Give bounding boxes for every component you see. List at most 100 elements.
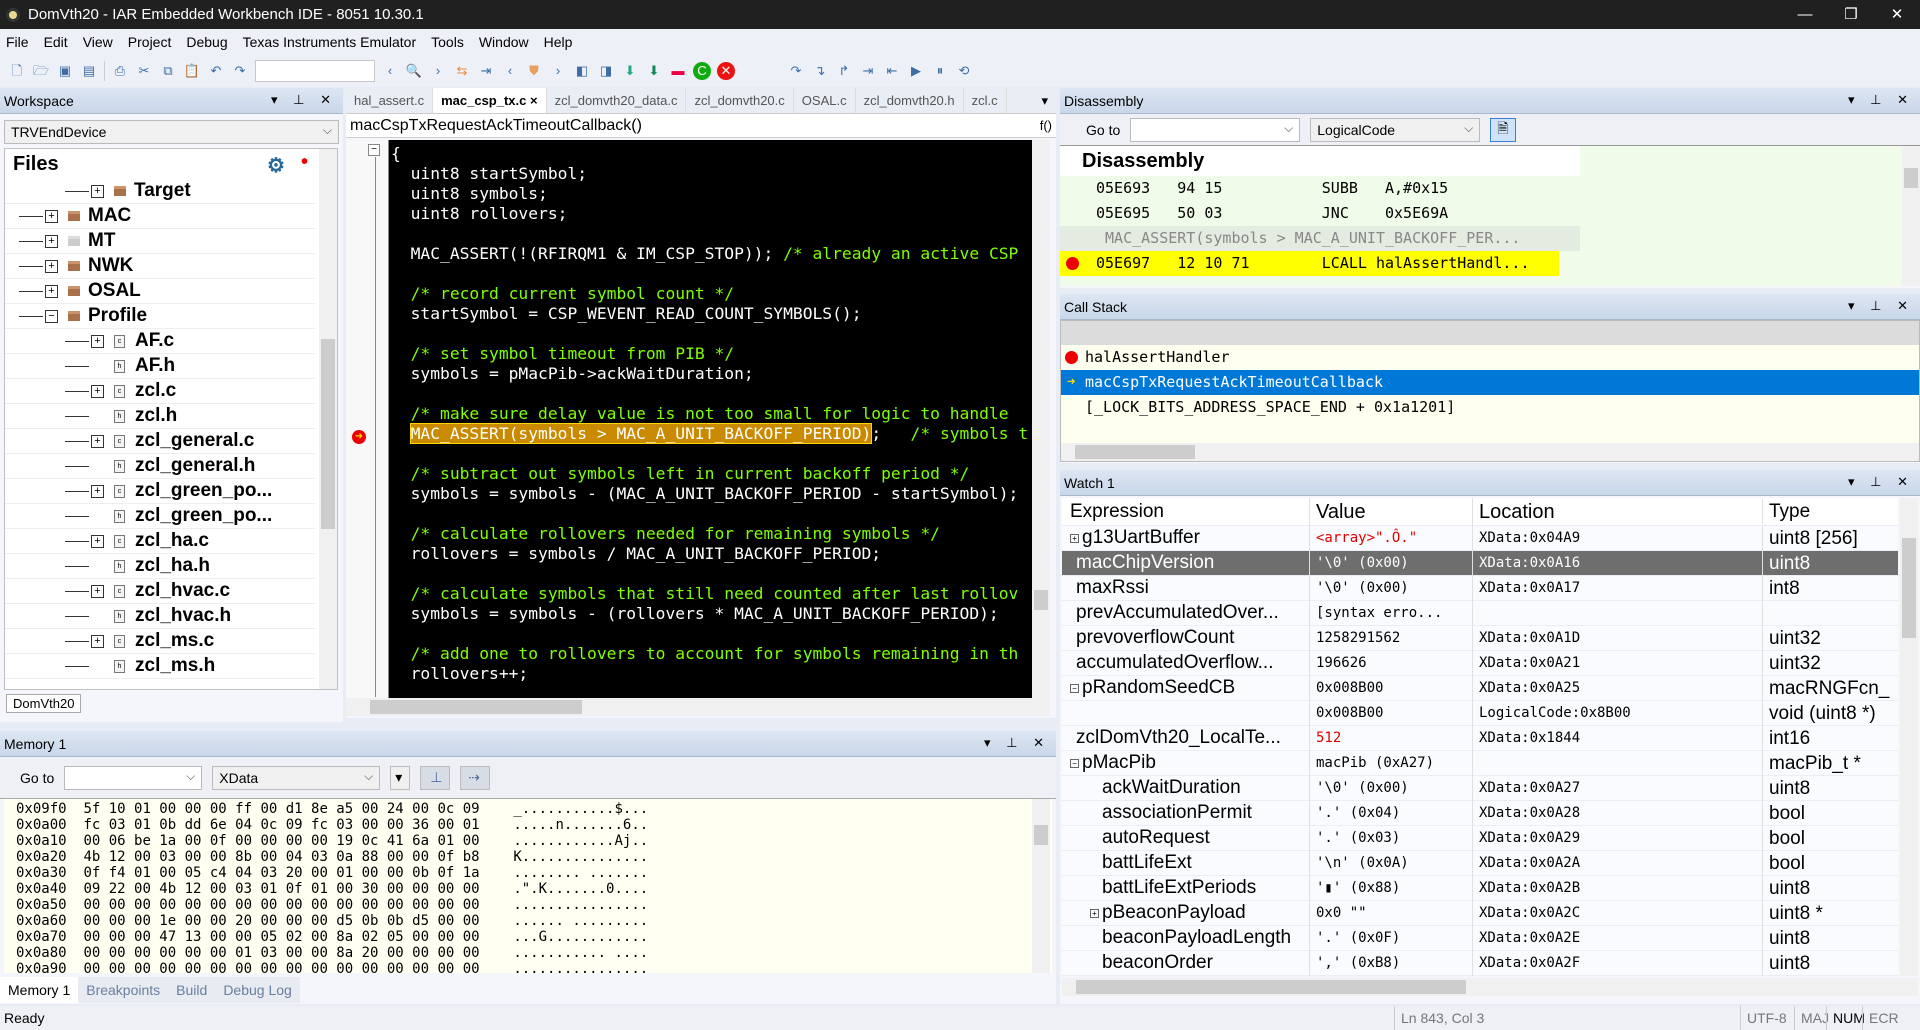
memory-ascii[interactable]: ................ (513, 961, 648, 973)
panel-controls[interactable]: ▾ ⊥ ✕ (1848, 298, 1914, 314)
callstack-frame[interactable]: [_LOCK_BITS_ADDRESS_SPACE_END + 0x1a1201… (1061, 395, 1919, 420)
tree-item[interactable]: + NWK (5, 254, 315, 279)
configuration-select[interactable]: TRVEndDevice ⌵ (4, 120, 339, 144)
watch-row[interactable]: zclDomVth20_LocalTe... 512 XData:0x1844 … (1062, 725, 1898, 751)
expand-icon[interactable]: + (91, 634, 104, 648)
watch-table[interactable]: Expression Value Location Type + g13UartBuff… (1062, 498, 1898, 976)
watch-row[interactable]: battLifeExt '\n' (0x0A) XData:0x0A2A boo… (1062, 850, 1898, 876)
tree-item[interactable]: − Profile (5, 304, 315, 329)
editor-tab[interactable]: mac_csp_tx.c × (433, 88, 547, 113)
disassembly-goto-input[interactable]: ⌵ (1130, 117, 1301, 142)
callstack-list[interactable]: halAssertHandler ➜ macCspTxRequestAckTimeo… (1060, 320, 1920, 462)
watch-expression[interactable]: battLifeExtPeriods (1102, 877, 1256, 899)
editor-tab[interactable]: zcl_domvth20.c (686, 88, 794, 113)
goto-icon[interactable]: ⇥ (477, 62, 495, 80)
menu-item[interactable]: Help (544, 34, 573, 50)
watch-value[interactable]: '.' (0x03) (1309, 825, 1472, 851)
editor-vscrollbar[interactable] (1032, 140, 1050, 698)
watch-expression[interactable]: autoRequest (1102, 827, 1210, 849)
tree-item[interactable]: + c zcl_general.c (5, 429, 315, 454)
expand-icon[interactable]: + (91, 534, 104, 548)
watch-row[interactable]: + pBeaconPayload 0x0 "" XData:0x0A2C uint… (1062, 900, 1898, 926)
memory-bytes[interactable]: 00 00 00 00 00 00 00 00 00 00 00 00 00 0… (83, 897, 479, 913)
watch-row[interactable]: ackWaitDuration '\0' (0x00) XData:0x0A27… (1062, 775, 1898, 801)
watch-value[interactable]: 512 (1309, 725, 1472, 751)
memory-ascii[interactable]: .".K.......0.... (513, 881, 648, 897)
callstack-frame[interactable]: halAssertHandler (1061, 345, 1919, 370)
expand-icon[interactable]: + (91, 584, 104, 598)
memory-scrollbar[interactable] (1032, 799, 1050, 973)
run-icon[interactable]: ▶ (907, 62, 925, 80)
disassembly-view[interactable]: Disassembly 05E693 94 15 SUBB A,#0x15 05E… (1060, 146, 1920, 286)
memory-update-icon[interactable]: ⇢ (460, 765, 491, 790)
watch-value[interactable]: '▮' (0x88) (1309, 875, 1472, 901)
panel-controls[interactable]: ▾ ⊥ ✕ (1848, 474, 1914, 490)
watch-value[interactable]: macPib (0xA27) (1309, 750, 1472, 776)
expand-icon[interactable]: + (45, 284, 58, 298)
tree-item[interactable]: + Target (5, 179, 315, 204)
mixed-mode-icon[interactable]: 🗎 (1490, 117, 1517, 142)
menu-item[interactable]: Tools (431, 34, 464, 50)
watch-expression[interactable]: pMacPib (1082, 752, 1156, 774)
tree-item[interactable]: h zcl_green_po... (5, 504, 315, 529)
watch-value[interactable]: 0x008B00 (1309, 700, 1472, 726)
watch-row[interactable]: beaconOrder ',' (0xB8) XData:0x0A2F uint… (1062, 950, 1898, 976)
tree-item[interactable]: h AF.h (5, 354, 315, 379)
function-navigator[interactable]: macCspTxRequestAckTimeoutCallback() f() (346, 114, 1056, 138)
menu-item[interactable]: Texas Instruments Emulator (243, 34, 417, 50)
tree-item[interactable]: h zcl_ms.h (5, 654, 315, 679)
memory-options-button[interactable]: ▾ (390, 765, 411, 790)
watch-row[interactable]: beaconPayloadLength '.' (0x0F) XData:0x0… (1062, 925, 1898, 951)
disassembly-row[interactable]: MAC_ASSERT(symbols > MAC_A_UNIT_BACKOFF_… (1060, 226, 1580, 251)
panel-controls[interactable]: ▾ ⊥ ✕ (271, 92, 337, 108)
memory-bytes[interactable]: 00 00 00 47 13 00 00 05 02 00 8a 02 05 0… (83, 929, 479, 945)
save-icon[interactable]: ▣ (56, 62, 74, 80)
reset-icon[interactable]: ⟲ (955, 62, 973, 80)
next-icon[interactable]: › (549, 62, 567, 80)
watch-value[interactable]: '\0' (0x00) (1309, 575, 1472, 601)
column-header[interactable]: Value (1309, 498, 1472, 526)
collapse-icon[interactable]: − (368, 144, 380, 156)
watch-value[interactable]: '.' (0x0F) (1309, 925, 1472, 951)
tree-item[interactable]: h zcl_hvac.h (5, 604, 315, 629)
close-button[interactable]: ✕ (1874, 0, 1920, 29)
memory-bytes[interactable]: fc 03 01 0b dd 6e 04 0c 09 fc 03 00 00 3… (83, 817, 479, 833)
compile-icon[interactable]: ◧ (573, 62, 591, 80)
watch-row[interactable]: accumulatedOverflow... 196626 XData:0x0A… (1062, 650, 1898, 676)
expand-icon[interactable]: + (45, 259, 58, 273)
maximize-button[interactable]: ❐ (1828, 0, 1874, 29)
expand-icon[interactable]: + (45, 234, 58, 248)
watch-expression[interactable]: pRandomSeedCB (1082, 677, 1235, 699)
expand-icon[interactable]: + (1070, 533, 1079, 543)
stop-debug-icon[interactable]: ✕ (717, 62, 735, 80)
watch-expression[interactable]: g13UartBuffer (1082, 527, 1200, 549)
print-icon[interactable]: ⎙ (111, 62, 129, 80)
memory-bytes[interactable]: 00 00 00 00 00 00 01 03 00 00 8a 20 00 0… (83, 945, 479, 961)
find-combo[interactable] (255, 60, 375, 82)
save-all-icon[interactable]: ▤ (80, 62, 98, 80)
watch-value[interactable]: '.' (0x04) (1309, 800, 1472, 826)
watch-row[interactable]: associationPermit '.' (0x04) XData:0x0A2… (1062, 800, 1898, 826)
expand-icon[interactable]: + (91, 184, 104, 198)
gear-icon[interactable]: ⚙ (267, 153, 285, 178)
download-debug-icon[interactable]: ⬇ (645, 62, 663, 80)
disassembly-scrollbar[interactable] (1902, 146, 1920, 286)
next-statement-icon[interactable]: ⇥ (859, 62, 877, 80)
watch-expression[interactable]: macChipVersion (1076, 552, 1214, 574)
paste-icon[interactable]: 📋 (183, 62, 201, 80)
memory-ascii[interactable]: _...........$... (513, 801, 648, 817)
cut-icon[interactable]: ✂ (135, 62, 153, 80)
back-icon[interactable]: ‹ (381, 62, 399, 80)
panel-controls[interactable]: ▾ ⊥ ✕ (1848, 92, 1914, 108)
panel-controls[interactable]: ▾ ⊥ ✕ (984, 735, 1050, 751)
prev-icon[interactable]: ‹ (501, 62, 519, 80)
callstack-hscrollbar[interactable] (1061, 443, 1919, 461)
column-header[interactable]: Expression (1062, 501, 1309, 523)
redo-icon[interactable]: ↷ (231, 62, 249, 80)
editor-gutter[interactable]: − ➜ (346, 140, 389, 698)
code-editor[interactable]: { uint8 startSymbol; uint8 symbols; uint… (389, 140, 1032, 698)
editor-tab[interactable]: zcl_domvth20_data.c (547, 88, 687, 113)
editor-tab[interactable]: OSAL.c (794, 88, 856, 113)
collapse-icon[interactable]: − (45, 309, 58, 323)
watch-row[interactable]: maxRssi '\0' (0x00) XData:0x0A17 int8 (1062, 575, 1898, 601)
